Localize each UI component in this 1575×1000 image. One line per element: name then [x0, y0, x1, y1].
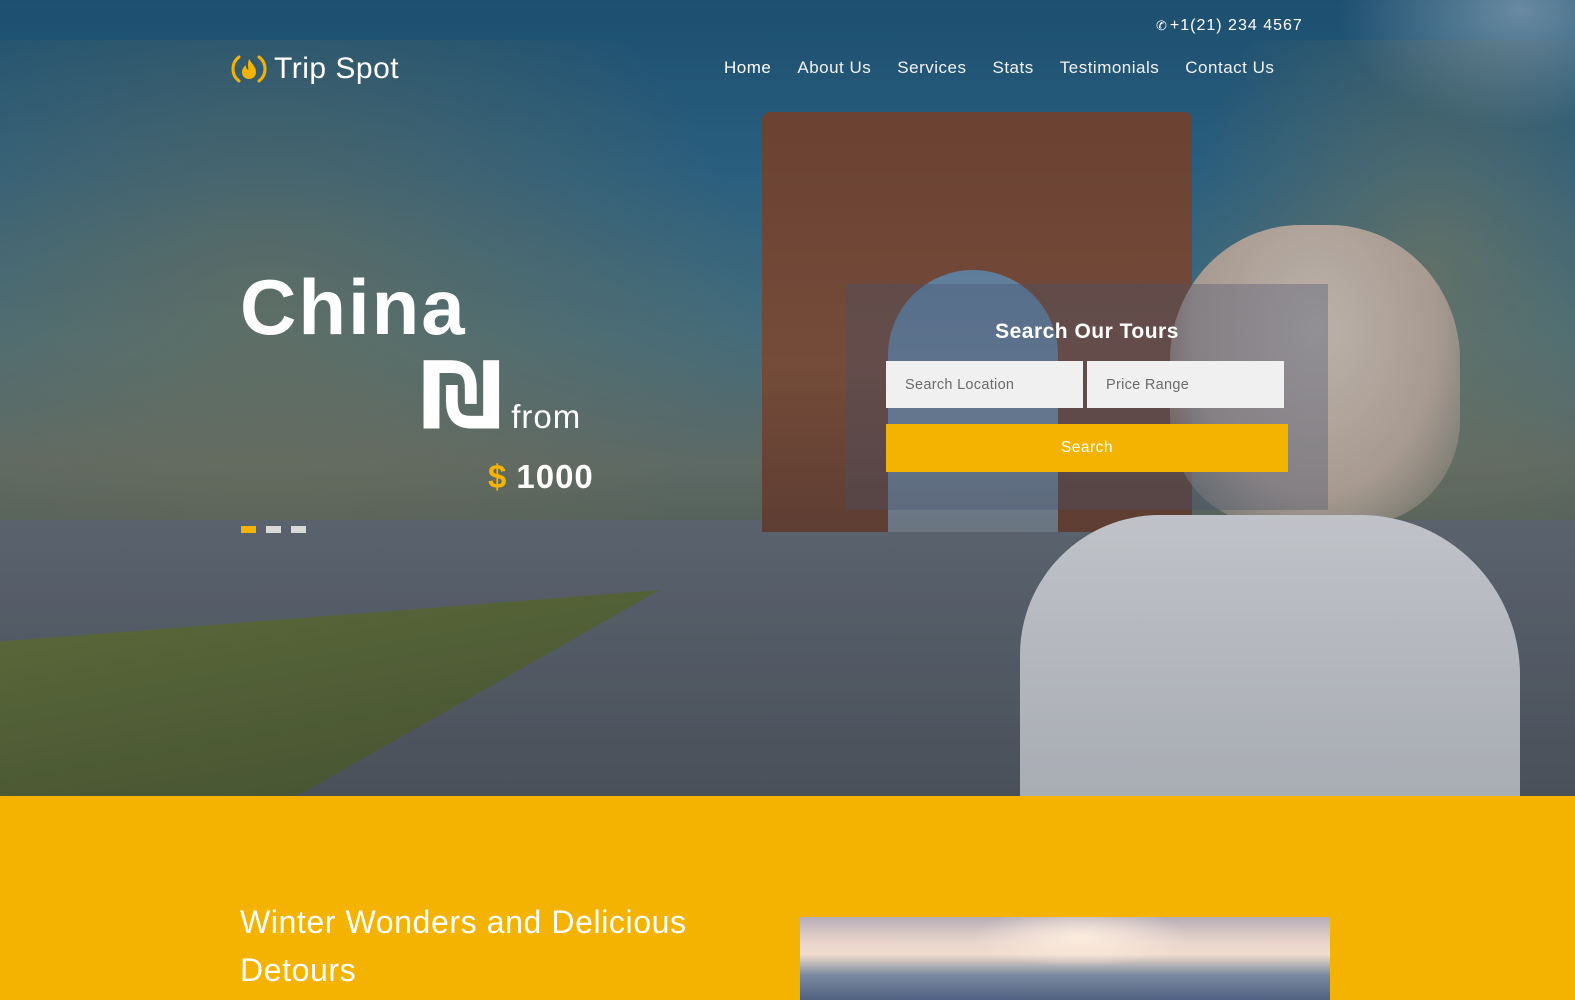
feature-title: Winter Wonders and Delicious Detours — [240, 904, 687, 988]
hero-section: ✆ +1(21) 234 4567 Trip Spot Home About Us… — [0, 0, 1575, 796]
slider-dot-3[interactable] — [291, 526, 306, 533]
nav-contact-us[interactable]: Contact Us — [1185, 58, 1274, 78]
feature-image-sky — [970, 917, 1190, 967]
nav-home[interactable]: Home — [724, 58, 771, 78]
search-title: Search Our Tours — [995, 320, 1179, 343]
nav-services[interactable]: Services — [897, 58, 966, 78]
feature-image — [800, 917, 1330, 1000]
nav-about-us[interactable]: About Us — [797, 58, 871, 78]
fire-icon — [230, 52, 268, 86]
slider-dot-2[interactable] — [266, 526, 281, 533]
from-row: ₪ from — [420, 342, 680, 449]
search-location-input[interactable] — [886, 361, 1083, 408]
phone-number[interactable]: ✆ +1(21) 234 4567 — [1156, 17, 1303, 35]
logo-text: Trip Spot — [274, 52, 400, 85]
nav-testimonials[interactable]: Testimonials — [1060, 58, 1160, 78]
price-range-input[interactable] — [1087, 361, 1284, 408]
phone-icon: ✆ — [1156, 18, 1168, 33]
price-label: $ 1000 — [488, 458, 594, 496]
price-amount: 1000 — [516, 458, 594, 495]
feature-section: Winter Wonders and Delicious Detours — [0, 796, 1575, 1000]
main-nav: Home About Us Services Stats Testimonial… — [724, 58, 1274, 78]
nav-stats[interactable]: Stats — [992, 58, 1033, 78]
hero-overlay — [0, 0, 1575, 796]
from-label: from — [511, 398, 582, 435]
destination-title: China — [240, 263, 467, 351]
site-logo[interactable]: Trip Spot — [230, 52, 399, 86]
search-tours-panel: Search Our Tours Search — [846, 284, 1328, 510]
dollar-icon: $ — [488, 458, 507, 495]
slider-dots — [241, 526, 306, 533]
phone-text: +1(21) 234 4567 — [1169, 17, 1303, 34]
slider-dot-1[interactable] — [241, 526, 256, 533]
hero-headline: China ₪ from $ 1000 — [240, 262, 593, 495]
search-button[interactable]: Search — [886, 424, 1288, 472]
shekel-glyph: ₪ — [420, 342, 504, 449]
